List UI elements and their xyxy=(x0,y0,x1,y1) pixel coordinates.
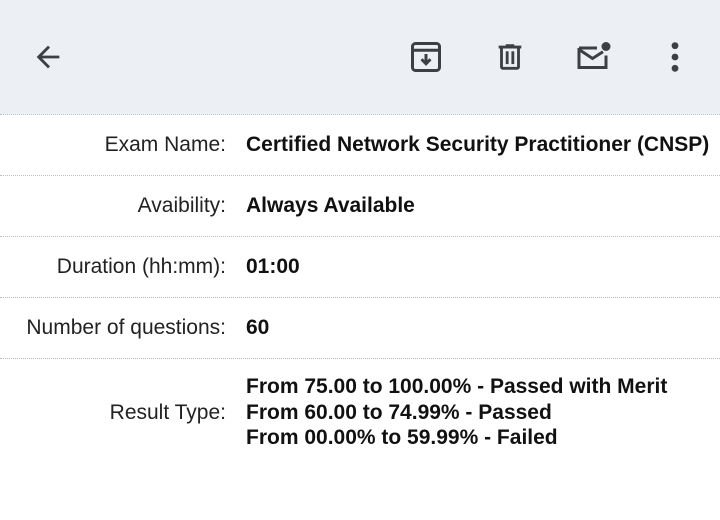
more-options-button[interactable] xyxy=(651,33,699,81)
exam-name-label: Exam Name: xyxy=(104,133,226,156)
more-vert-icon xyxy=(671,42,679,72)
arrow-left-icon xyxy=(36,45,60,69)
delete-button[interactable] xyxy=(486,33,534,81)
back-button[interactable] xyxy=(24,33,72,81)
top-toolbar xyxy=(0,0,720,114)
result-type-label: Result Type: xyxy=(109,400,226,424)
questions-label: Number of questions: xyxy=(26,316,226,339)
duration-label: Duration (hh:mm): xyxy=(56,255,226,278)
result-type-line: From 60.00 to 74.99% - Passed xyxy=(246,400,552,424)
result-type-line: From 00.00% to 59.99% - Failed xyxy=(246,426,558,450)
exam-name-value: Certified Network Security Practitioner … xyxy=(246,133,710,156)
availability-value: Always Available xyxy=(246,194,415,217)
exam-details: Exam Name: Certified Network Security Pr… xyxy=(0,114,720,466)
archive-icon xyxy=(411,42,441,72)
availability-row: Avaibility: Always Available xyxy=(0,175,720,236)
availability-label: Avaibility: xyxy=(137,194,226,217)
questions-row: Number of questions: 60 xyxy=(0,297,720,358)
result-type-row: Result Type: From 75.00 to 100.00% - Pas… xyxy=(0,358,720,466)
result-type-line: From 75.00 to 100.00% - Passed with Meri… xyxy=(246,375,668,399)
duration-value: 01:00 xyxy=(246,255,300,278)
archive-button[interactable] xyxy=(402,33,450,81)
mail-unread-icon xyxy=(577,42,611,69)
exam-name-row: Exam Name: Certified Network Security Pr… xyxy=(0,114,720,175)
result-type-value: From 75.00 to 100.00% - Passed with Meri… xyxy=(226,374,667,451)
questions-value: 60 xyxy=(246,316,270,339)
trash-icon xyxy=(498,44,522,70)
mark-unread-button[interactable] xyxy=(570,33,618,81)
duration-row: Duration (hh:mm): 01:00 xyxy=(0,236,720,297)
